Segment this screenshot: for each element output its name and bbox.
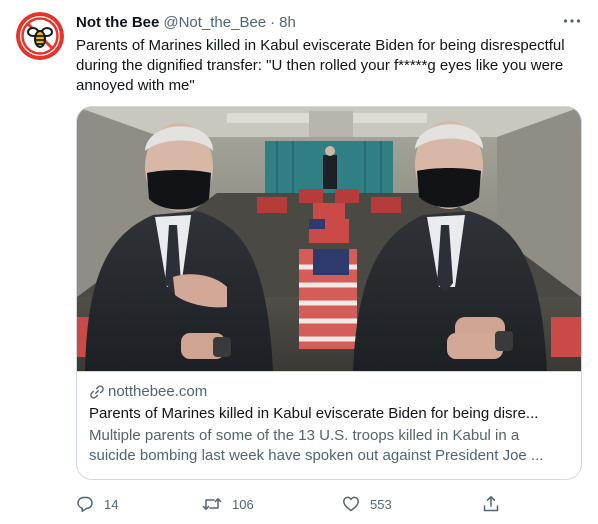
user-handle[interactable]: @Not_the_Bee [163, 14, 266, 31]
retweet-icon [202, 498, 222, 510]
like-count: 553 [370, 496, 392, 512]
card-domain-row: notthebee.com [89, 382, 569, 402]
timestamp[interactable]: 8h [279, 14, 296, 31]
more-options-button[interactable] [560, 10, 584, 32]
reply-icon [77, 496, 93, 512]
share-button[interactable] [482, 490, 500, 518]
reply-count: 14 [104, 496, 119, 512]
more-horizontal-icon [563, 19, 581, 23]
not-the-bee-logo [16, 12, 64, 60]
heart-icon [343, 496, 359, 512]
reply-button[interactable]: 14 [76, 490, 118, 518]
link-card[interactable]: notthebee.com Parents of Marines killed … [76, 106, 582, 480]
card-domain: notthebee.com [108, 383, 208, 400]
card-title: Parents of Marines killed in Kabul evisc… [89, 405, 539, 422]
like-button[interactable]: 553 [342, 490, 392, 518]
retweet-count: 106 [232, 496, 254, 512]
avatar[interactable] [16, 12, 64, 60]
display-name[interactable]: Not the Bee [76, 14, 159, 31]
card-description: Multiple parents of some of the 13 U.S. … [89, 427, 544, 464]
retweet-button[interactable]: 106 [202, 490, 254, 518]
separator-dot: · [270, 13, 276, 31]
share-icon [483, 496, 499, 512]
card-image [77, 107, 581, 371]
tweet-text: Parents of Marines killed in Kabul evisc… [76, 37, 565, 94]
tweet-header: Not the Bee @Not_the_Bee · 8h [76, 12, 582, 32]
tweet[interactable]: Not the Bee @Not_the_Bee · 8h Parents of… [0, 0, 598, 524]
tweet-actions: 14 106 553 [68, 490, 508, 518]
card-body: notthebee.com Parents of Marines killed … [77, 371, 581, 479]
link-icon [90, 385, 104, 399]
